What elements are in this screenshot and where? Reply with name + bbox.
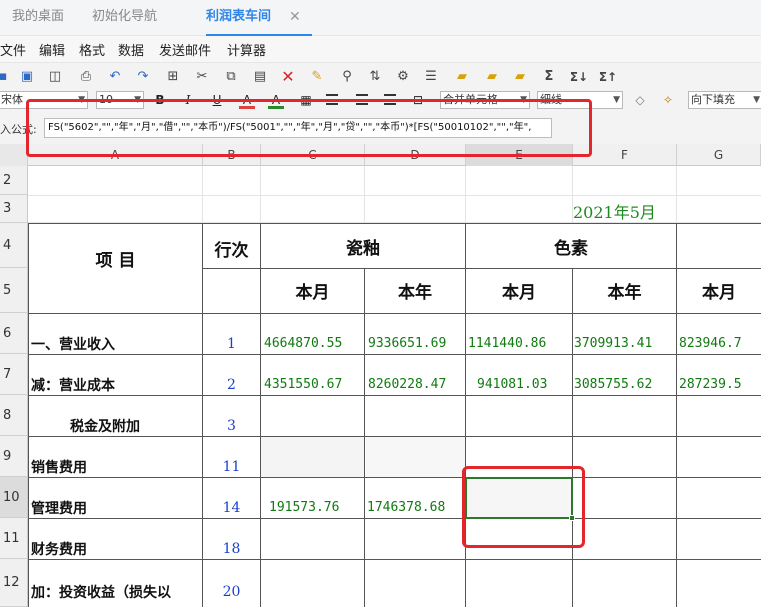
line-no-14[interactable]: 14 <box>203 500 260 516</box>
header-line-no: 行次 <box>214 241 249 261</box>
row-label-selling[interactable]: 销售费用 <box>31 457 201 477</box>
undo-icon[interactable]: ↶ <box>106 68 124 86</box>
menu-file[interactable]: 文件 <box>0 40 26 59</box>
tab-close-icon[interactable]: ✕ <box>289 8 301 26</box>
header-pigment-year: 本年 <box>607 283 642 303</box>
settings-icon[interactable]: ⚙ <box>394 68 412 86</box>
cell-e7[interactable]: 941081.03 <box>477 377 572 392</box>
row-label-invest[interactable]: 加：投资收益（损失以 <box>31 582 201 602</box>
line-no-2[interactable]: 2 <box>203 377 260 393</box>
row-header-12[interactable]: 12 <box>0 559 28 607</box>
folder2-icon[interactable]: ▰ <box>483 68 501 86</box>
format-brush-icon[interactable]: ✎ <box>308 68 326 86</box>
list-icon[interactable]: ☰ <box>422 68 440 86</box>
cell-c10[interactable]: 191573.76 <box>269 500 364 515</box>
row-label-cost[interactable]: 减：营业成本 <box>31 375 201 395</box>
fill-down-value: 向下填充 <box>691 93 735 106</box>
line-no-3[interactable]: 3 <box>203 418 260 434</box>
menu-format[interactable]: 格式 <box>79 40 105 59</box>
sort-icon[interactable]: ⇅ <box>366 68 384 86</box>
tab-init-nav[interactable]: 初始化导航 <box>92 0 157 36</box>
folder-icon[interactable]: ▰ <box>453 68 471 86</box>
menu-data[interactable]: 数据 <box>118 40 144 59</box>
cell-c6[interactable]: 4664870.55 <box>264 336 364 351</box>
header-group-glaze: 瓷釉 <box>346 239 380 259</box>
line-no-18[interactable]: 18 <box>203 541 260 557</box>
header-item: 项 目 <box>95 251 136 271</box>
grid-area[interactable]: 2021年5月 项 目 行次 瓷釉 色素 本月 本年 本月 本年 本月 一、营业… <box>28 166 761 607</box>
save-as-icon[interactable]: ▣ <box>18 68 36 86</box>
line-no-20[interactable]: 20 <box>203 584 260 600</box>
row-header-6[interactable]: 6 <box>0 313 28 354</box>
sum-icon[interactable]: Σ <box>540 68 558 86</box>
delete-icon[interactable]: ✕ <box>279 68 297 86</box>
row-label-admin[interactable]: 管理费用 <box>31 498 201 518</box>
tab-desktop[interactable]: 我的桌面 <box>12 0 64 36</box>
header-glaze-month: 本月 <box>295 283 330 303</box>
formula-highlight-box <box>26 99 592 157</box>
format-painter-icon[interactable]: ✧ <box>660 91 676 109</box>
cell-highlight-box <box>462 466 585 548</box>
cell-d10[interactable]: 1746378.68 <box>367 500 465 515</box>
sum-down-icon[interactable]: Σ↓ <box>568 68 590 86</box>
col-header-g[interactable]: G <box>677 144 761 166</box>
sum-up-icon[interactable]: Σ↑ <box>597 68 619 86</box>
tab-profit-statement-label: 利润表车间 <box>206 9 272 24</box>
cell-f6[interactable]: 3709913.41 <box>574 336 676 351</box>
row-label-finance[interactable]: 财务费用 <box>31 539 201 559</box>
row-header-4[interactable]: 4 <box>0 223 28 268</box>
eraser-icon[interactable]: ◇ <box>632 91 648 109</box>
redo-icon[interactable]: ↷ <box>134 68 152 86</box>
find-icon[interactable]: ⚲ <box>338 68 356 86</box>
row-header-7[interactable]: 7 <box>0 354 28 395</box>
save-icon[interactable]: ▪ <box>0 68 12 86</box>
chevron-down-icon: ▼ <box>753 95 760 105</box>
cell-g7[interactable]: 287239.5 <box>679 377 761 392</box>
line-no-11[interactable]: 11 <box>203 459 260 475</box>
row-header-9[interactable]: 9 <box>0 436 28 477</box>
header-group-pigment: 色素 <box>554 239 588 259</box>
cut-icon[interactable]: ✂ <box>193 68 211 86</box>
tab-bar: 我的桌面 初始化导航 利润表车间 ✕ <box>0 0 761 36</box>
paste-icon[interactable]: ▤ <box>251 68 269 86</box>
cell-d6[interactable]: 9336651.69 <box>368 336 465 351</box>
menu-bar: 文件 编辑 格式 数据 发送邮件 计算器 <box>0 36 761 62</box>
line-no-1[interactable]: 1 <box>203 336 260 352</box>
print-preview-icon[interactable]: ◫ <box>46 68 64 86</box>
menu-edit[interactable]: 编辑 <box>39 40 65 59</box>
header-glaze-year: 本年 <box>398 283 432 303</box>
header-next-month: 本月 <box>702 283 736 303</box>
header-pigment-month: 本月 <box>502 283 536 303</box>
menu-send-email[interactable]: 发送邮件 <box>159 40 211 59</box>
cell-g6[interactable]: 823946.7 <box>679 336 761 351</box>
folder3-icon[interactable]: ▰ <box>511 68 529 86</box>
row-label-revenue[interactable]: 一、营业收入 <box>31 334 201 354</box>
font-family-value: 宋体 <box>1 93 23 106</box>
print-icon[interactable]: ⎙ <box>77 68 95 86</box>
menu-calculator[interactable]: 计算器 <box>227 40 266 59</box>
row-header-10[interactable]: 10 <box>0 477 28 518</box>
row-label-tax[interactable]: 税金及附加 <box>70 416 200 436</box>
row-header-2[interactable]: 2 <box>0 166 28 195</box>
cell-f7[interactable]: 3085755.62 <box>574 377 676 392</box>
report-date: 2021年5月 <box>573 203 656 222</box>
row-header-3[interactable]: 3 <box>0 195 28 223</box>
cell-c7[interactable]: 4351550.67 <box>264 377 364 392</box>
corner-cell[interactable] <box>0 144 28 166</box>
row-header-8[interactable]: 8 <box>0 395 28 436</box>
row-header-5[interactable]: 5 <box>0 268 28 313</box>
row-header-11[interactable]: 11 <box>0 518 28 559</box>
chevron-down-icon: ▼ <box>613 95 620 105</box>
copy-icon[interactable]: ⧉ <box>222 68 240 86</box>
fill-down-select[interactable]: 向下填充 ▼ <box>688 91 761 109</box>
toolbar: ▪ ▣ ◫ ⎙ ↶ ↷ ⊞ ✂ ⧉ ▤ ✕ ✎ ⚲ ⇅ ⚙ ☰ ▰ ▰ ▰ Σ … <box>0 62 761 90</box>
cell-d7[interactable]: 8260228.47 <box>368 377 465 392</box>
fit-icon[interactable]: ⊞ <box>164 68 182 86</box>
cell-e6[interactable]: 1141440.86 <box>468 336 572 351</box>
